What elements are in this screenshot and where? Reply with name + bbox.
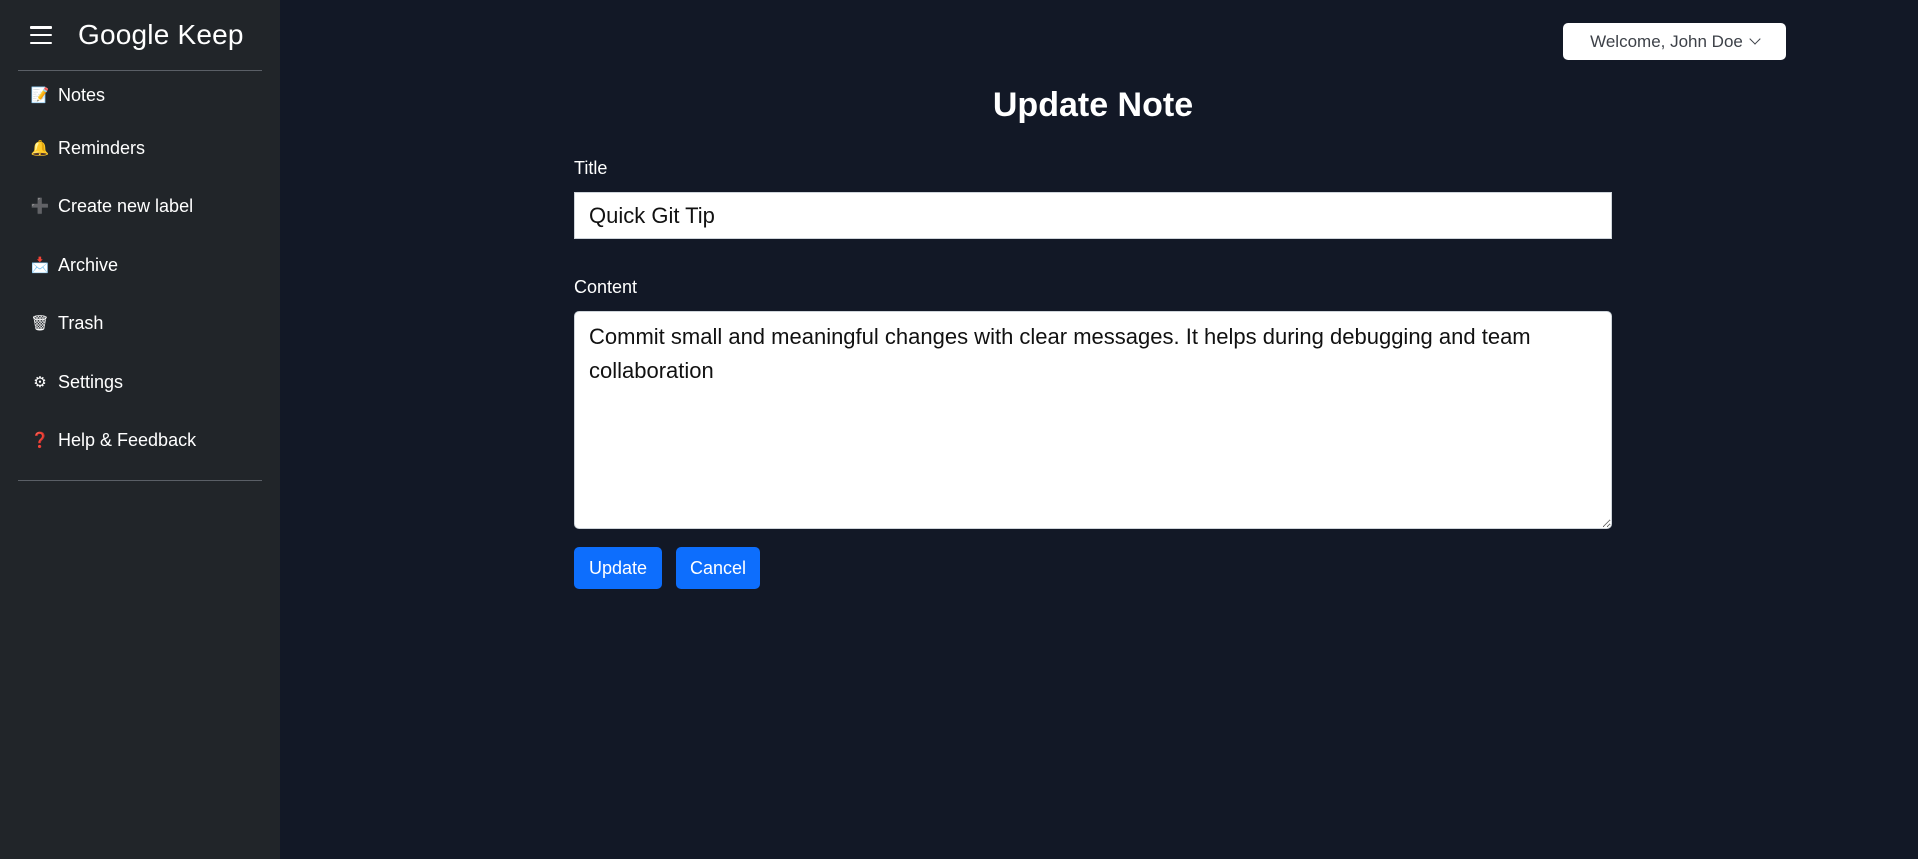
user-menu-dropdown[interactable]: Welcome, John Doe — [1563, 23, 1786, 60]
title-input[interactable] — [574, 192, 1612, 239]
sidebar-item-settings[interactable]: ⚙ Settings — [0, 353, 280, 412]
trash-icon: 🗑 — [30, 315, 50, 333]
sidebar-item-label: Help & Feedback — [58, 430, 197, 451]
sidebar-item-label: Create new label — [58, 196, 194, 217]
sidebar-item-archive[interactable]: 📩 Archive — [0, 236, 280, 295]
app-title: Google Keep — [78, 19, 244, 50]
chevron-down-icon — [1749, 33, 1761, 45]
sidebar-item-trash[interactable]: 🗑 Trash — [0, 295, 280, 354]
question-icon: ❓ — [30, 432, 50, 450]
page-title: Update Note — [992, 86, 1194, 124]
sidebar-bottom-divider — [18, 480, 262, 481]
sidebar-item-label: Notes — [58, 84, 106, 105]
gear-icon: ⚙ — [33, 373, 47, 391]
cancel-button[interactable]: Cancel — [676, 547, 760, 589]
brand-bar: Google Keep — [0, 0, 280, 70]
sidebar-item-create-new-label[interactable]: ➕ Create new label — [0, 178, 280, 237]
bell-icon: 🔔 — [30, 139, 50, 157]
archive-icon: 📩 — [30, 256, 50, 274]
sidebar-nav: 📝 Notes 🔔 Reminders ➕ Create new label 📩… — [0, 71, 280, 470]
update-button[interactable]: Update — [574, 547, 662, 589]
sidebar-item-label: Settings — [58, 371, 124, 392]
content-label: Content — [574, 277, 638, 297]
sidebar-item-label: Trash — [58, 313, 104, 334]
sidebar-item-reminders[interactable]: 🔔 Reminders — [0, 119, 280, 178]
title-label: Title — [574, 158, 608, 178]
sidebar-item-help-feedback[interactable]: ❓ Help & Feedback — [0, 412, 280, 471]
hamburger-menu-icon[interactable] — [30, 24, 56, 46]
user-menu-label: Welcome, John Doe — [1590, 31, 1743, 51]
app-root: Google Keep 📝 Notes 🔔 Reminders ➕ Create… — [0, 0, 1918, 859]
sidebar-item-label: Archive — [58, 254, 119, 275]
content-textarea[interactable]: Commit small and meaningful changes with… — [574, 311, 1612, 529]
sidebar: Google Keep 📝 Notes 🔔 Reminders ➕ Create… — [0, 0, 280, 859]
note-icon: 📝 — [30, 86, 50, 104]
sidebar-item-label: Reminders — [58, 137, 146, 158]
sidebar-item-notes[interactable]: 📝 Notes — [0, 71, 280, 119]
plus-icon: ➕ — [30, 198, 50, 216]
